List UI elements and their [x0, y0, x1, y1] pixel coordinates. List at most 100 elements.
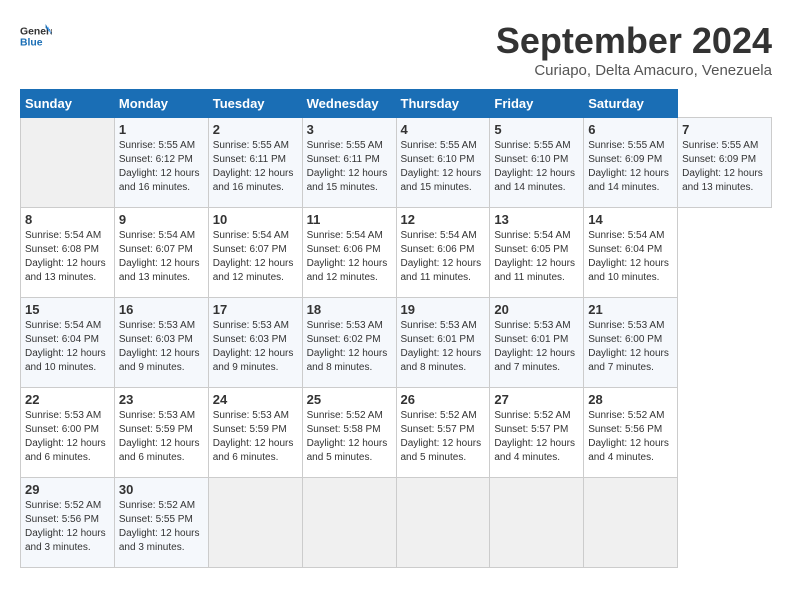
day-number: 28	[588, 392, 673, 407]
cell-info: Sunrise: 5:53 AMSunset: 5:59 PMDaylight:…	[119, 410, 200, 463]
cell-info: Sunrise: 5:52 AMSunset: 5:56 PMDaylight:…	[588, 410, 669, 463]
calendar-cell: 3 Sunrise: 5:55 AMSunset: 6:11 PMDayligh…	[302, 118, 396, 208]
day-number: 15	[25, 302, 110, 317]
header-friday: Friday	[490, 90, 584, 118]
week-row-2: 8 Sunrise: 5:54 AMSunset: 6:08 PMDayligh…	[21, 208, 772, 298]
calendar-cell: 26 Sunrise: 5:52 AMSunset: 5:57 PMDaylig…	[396, 388, 490, 478]
header-sunday: Sunday	[21, 90, 115, 118]
calendar-cell: 13 Sunrise: 5:54 AMSunset: 6:05 PMDaylig…	[490, 208, 584, 298]
day-number: 13	[494, 212, 579, 227]
cell-info: Sunrise: 5:53 AMSunset: 6:03 PMDaylight:…	[119, 320, 200, 373]
cell-info: Sunrise: 5:52 AMSunset: 5:58 PMDaylight:…	[307, 410, 388, 463]
day-number: 1	[119, 122, 204, 137]
calendar-cell: 1 Sunrise: 5:55 AMSunset: 6:12 PMDayligh…	[114, 118, 208, 208]
day-number: 30	[119, 482, 204, 497]
day-number: 17	[213, 302, 298, 317]
calendar-cell: 10 Sunrise: 5:54 AMSunset: 6:07 PMDaylig…	[208, 208, 302, 298]
calendar-cell: 21 Sunrise: 5:53 AMSunset: 6:00 PMDaylig…	[584, 298, 678, 388]
week-row-4: 22 Sunrise: 5:53 AMSunset: 6:00 PMDaylig…	[21, 388, 772, 478]
day-number: 27	[494, 392, 579, 407]
week-row-3: 15 Sunrise: 5:54 AMSunset: 6:04 PMDaylig…	[21, 298, 772, 388]
cell-info: Sunrise: 5:55 AMSunset: 6:10 PMDaylight:…	[494, 140, 575, 193]
calendar-cell: 20 Sunrise: 5:53 AMSunset: 6:01 PMDaylig…	[490, 298, 584, 388]
calendar-cell	[490, 478, 584, 568]
svg-text:Blue: Blue	[20, 38, 43, 49]
cell-info: Sunrise: 5:53 AMSunset: 6:03 PMDaylight:…	[213, 320, 294, 373]
cell-info: Sunrise: 5:52 AMSunset: 5:57 PMDaylight:…	[494, 410, 575, 463]
day-number: 2	[213, 122, 298, 137]
day-number: 24	[213, 392, 298, 407]
calendar-cell: 28 Sunrise: 5:52 AMSunset: 5:56 PMDaylig…	[584, 388, 678, 478]
cell-info: Sunrise: 5:53 AMSunset: 6:02 PMDaylight:…	[307, 320, 388, 373]
day-number: 22	[25, 392, 110, 407]
header-saturday: Saturday	[584, 90, 678, 118]
day-number: 12	[401, 212, 486, 227]
calendar-cell: 12 Sunrise: 5:54 AMSunset: 6:06 PMDaylig…	[396, 208, 490, 298]
calendar-cell: 16 Sunrise: 5:53 AMSunset: 6:03 PMDaylig…	[114, 298, 208, 388]
calendar-cell: 30 Sunrise: 5:52 AMSunset: 5:55 PMDaylig…	[114, 478, 208, 568]
cell-info: Sunrise: 5:54 AMSunset: 6:04 PMDaylight:…	[25, 320, 106, 373]
day-number: 5	[494, 122, 579, 137]
cell-info: Sunrise: 5:54 AMSunset: 6:05 PMDaylight:…	[494, 230, 575, 283]
calendar-cell: 22 Sunrise: 5:53 AMSunset: 6:00 PMDaylig…	[21, 388, 115, 478]
cell-info: Sunrise: 5:54 AMSunset: 6:07 PMDaylight:…	[213, 230, 294, 283]
calendar-table: SundayMondayTuesdayWednesdayThursdayFrid…	[20, 89, 772, 568]
header-wednesday: Wednesday	[302, 90, 396, 118]
cell-info: Sunrise: 5:53 AMSunset: 6:01 PMDaylight:…	[494, 320, 575, 373]
calendar-cell	[584, 478, 678, 568]
calendar-cell: 14 Sunrise: 5:54 AMSunset: 6:04 PMDaylig…	[584, 208, 678, 298]
cell-info: Sunrise: 5:54 AMSunset: 6:06 PMDaylight:…	[307, 230, 388, 283]
day-number: 16	[119, 302, 204, 317]
day-number: 29	[25, 482, 110, 497]
cell-info: Sunrise: 5:55 AMSunset: 6:10 PMDaylight:…	[401, 140, 482, 193]
day-number: 7	[682, 122, 767, 137]
month-title: September 2024	[496, 20, 772, 62]
calendar-cell: 15 Sunrise: 5:54 AMSunset: 6:04 PMDaylig…	[21, 298, 115, 388]
header-monday: Monday	[114, 90, 208, 118]
calendar-cell: 29 Sunrise: 5:52 AMSunset: 5:56 PMDaylig…	[21, 478, 115, 568]
day-number: 14	[588, 212, 673, 227]
calendar-cell: 24 Sunrise: 5:53 AMSunset: 5:59 PMDaylig…	[208, 388, 302, 478]
logo-icon: General Blue	[20, 20, 52, 52]
day-number: 23	[119, 392, 204, 407]
title-block: September 2024 Curiapo, Delta Amacuro, V…	[496, 20, 772, 79]
day-number: 18	[307, 302, 392, 317]
cell-info: Sunrise: 5:54 AMSunset: 6:08 PMDaylight:…	[25, 230, 106, 283]
day-number: 6	[588, 122, 673, 137]
day-number: 26	[401, 392, 486, 407]
calendar-cell: 4 Sunrise: 5:55 AMSunset: 6:10 PMDayligh…	[396, 118, 490, 208]
cell-info: Sunrise: 5:53 AMSunset: 6:00 PMDaylight:…	[588, 320, 669, 373]
day-number: 21	[588, 302, 673, 317]
calendar-cell: 17 Sunrise: 5:53 AMSunset: 6:03 PMDaylig…	[208, 298, 302, 388]
calendar-cell: 5 Sunrise: 5:55 AMSunset: 6:10 PMDayligh…	[490, 118, 584, 208]
cell-info: Sunrise: 5:52 AMSunset: 5:57 PMDaylight:…	[401, 410, 482, 463]
calendar-cell: 2 Sunrise: 5:55 AMSunset: 6:11 PMDayligh…	[208, 118, 302, 208]
logo: General Blue	[20, 20, 52, 52]
calendar-cell: 18 Sunrise: 5:53 AMSunset: 6:02 PMDaylig…	[302, 298, 396, 388]
calendar-cell: 19 Sunrise: 5:53 AMSunset: 6:01 PMDaylig…	[396, 298, 490, 388]
day-number: 25	[307, 392, 392, 407]
calendar-cell: 11 Sunrise: 5:54 AMSunset: 6:06 PMDaylig…	[302, 208, 396, 298]
cell-info: Sunrise: 5:53 AMSunset: 6:01 PMDaylight:…	[401, 320, 482, 373]
cell-info: Sunrise: 5:55 AMSunset: 6:09 PMDaylight:…	[682, 140, 763, 193]
day-number: 19	[401, 302, 486, 317]
cell-info: Sunrise: 5:52 AMSunset: 5:56 PMDaylight:…	[25, 500, 106, 553]
calendar-cell	[302, 478, 396, 568]
calendar-cell	[396, 478, 490, 568]
calendar-cell: 6 Sunrise: 5:55 AMSunset: 6:09 PMDayligh…	[584, 118, 678, 208]
cell-info: Sunrise: 5:54 AMSunset: 6:07 PMDaylight:…	[119, 230, 200, 283]
calendar-cell	[208, 478, 302, 568]
cell-info: Sunrise: 5:55 AMSunset: 6:11 PMDaylight:…	[307, 140, 388, 193]
week-row-1: 1 Sunrise: 5:55 AMSunset: 6:12 PMDayligh…	[21, 118, 772, 208]
location-subtitle: Curiapo, Delta Amacuro, Venezuela	[496, 62, 772, 79]
day-number: 11	[307, 212, 392, 227]
day-number: 3	[307, 122, 392, 137]
day-number: 9	[119, 212, 204, 227]
cell-info: Sunrise: 5:53 AMSunset: 6:00 PMDaylight:…	[25, 410, 106, 463]
day-number: 20	[494, 302, 579, 317]
calendar-cell: 23 Sunrise: 5:53 AMSunset: 5:59 PMDaylig…	[114, 388, 208, 478]
header-tuesday: Tuesday	[208, 90, 302, 118]
day-number: 8	[25, 212, 110, 227]
day-number: 4	[401, 122, 486, 137]
cell-info: Sunrise: 5:53 AMSunset: 5:59 PMDaylight:…	[213, 410, 294, 463]
